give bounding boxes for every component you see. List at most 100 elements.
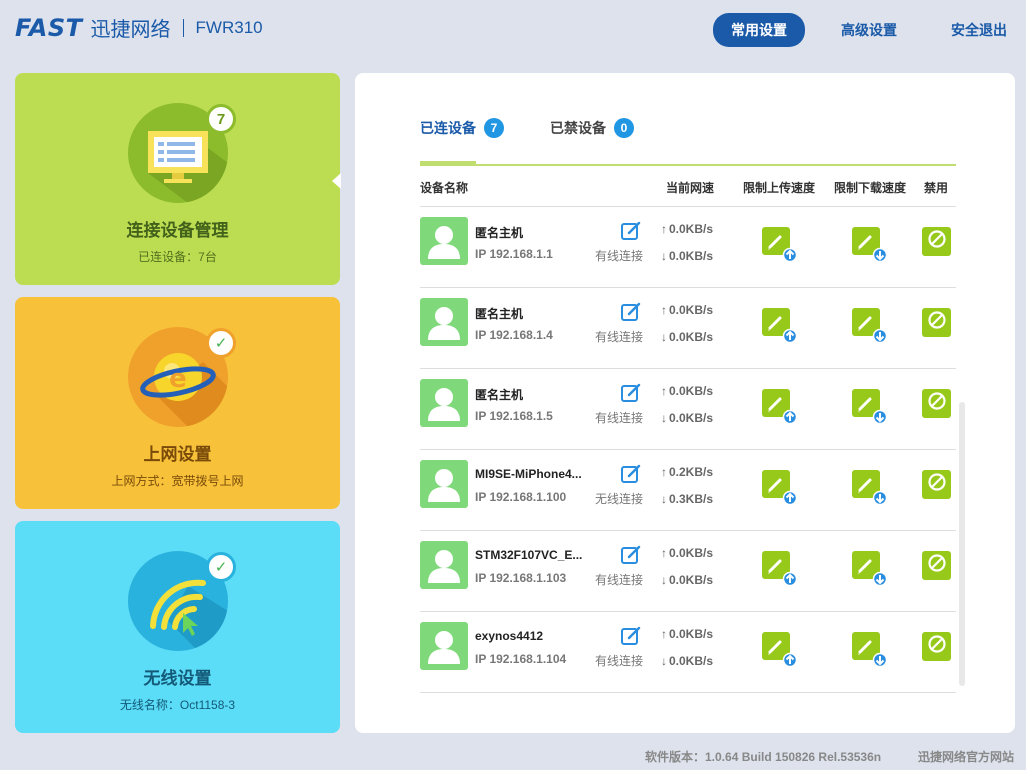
card-internet-settings[interactable]: e ✓ 上网设置 上网方式：宽带拨号上网 bbox=[15, 297, 340, 509]
download-speed: ↓ 0.0KB/s bbox=[661, 654, 713, 668]
device-avatar-icon bbox=[420, 298, 468, 346]
arrow-up-icon: ↑ bbox=[661, 627, 667, 641]
limit-download-button[interactable] bbox=[852, 551, 888, 587]
upload-speed-value: 0.0KB/s bbox=[669, 546, 714, 560]
limit-download-button[interactable] bbox=[852, 632, 888, 668]
edit-name-icon[interactable] bbox=[620, 382, 642, 404]
scrollbar[interactable] bbox=[959, 402, 965, 686]
logo-divider bbox=[182, 18, 184, 37]
upload-speed-value: 0.0KB/s bbox=[669, 627, 714, 641]
card-device-management[interactable]: 7 连接设备管理 已连设备：7台 bbox=[15, 73, 341, 285]
ban-device-button[interactable] bbox=[922, 389, 951, 418]
arrow-down-icon: ↓ bbox=[661, 654, 667, 668]
limit-upload-button[interactable] bbox=[762, 551, 798, 587]
header-current-speed: 当前网速 bbox=[666, 181, 715, 195]
ban-device-button[interactable] bbox=[922, 632, 951, 661]
ban-icon bbox=[927, 391, 947, 416]
device-count-badge: 7 bbox=[206, 104, 236, 134]
device-avatar-icon bbox=[420, 217, 468, 265]
arrow-up-icon: ↑ bbox=[661, 303, 667, 317]
device-name: 匿名主机 bbox=[475, 388, 524, 402]
device-tabs: 已连设备 7 已禁设备 0 bbox=[420, 118, 680, 138]
download-speed: ↓ 0.3KB/s bbox=[661, 492, 713, 506]
arrow-down-icon: ↓ bbox=[661, 249, 667, 263]
device-ip: IP 192.168.1.4 bbox=[475, 328, 553, 342]
ban-device-button[interactable] bbox=[922, 308, 951, 337]
ban-device-button[interactable] bbox=[922, 227, 951, 256]
upload-speed: ↑ 0.2KB/s bbox=[661, 465, 713, 479]
check-icon: ✓ bbox=[206, 552, 236, 582]
card-subtitle: 无线名称：Oct1158-3 bbox=[119, 698, 236, 712]
download-speed: ↓ 0.0KB/s bbox=[661, 249, 713, 263]
arrow-up-icon: ↑ bbox=[661, 384, 667, 398]
connection-type: 有线连接 bbox=[595, 330, 644, 344]
arrow-up-icon: ↑ bbox=[661, 546, 667, 560]
limit-upload-button[interactable] bbox=[762, 470, 798, 506]
ban-icon bbox=[927, 634, 947, 659]
device-name: exynos4412 bbox=[475, 629, 544, 643]
connection-type: 有线连接 bbox=[595, 654, 644, 668]
limit-upload-button[interactable] bbox=[762, 632, 798, 668]
download-speed-value: 0.0KB/s bbox=[669, 330, 714, 344]
limit-download-button[interactable] bbox=[852, 308, 888, 344]
header-download-limit: 限制下载速度 bbox=[834, 181, 907, 195]
device-name: 匿名主机 bbox=[475, 307, 524, 321]
device-ip: IP 192.168.1.5 bbox=[475, 409, 553, 423]
nav-logout[interactable]: 安全退出 bbox=[933, 13, 1025, 47]
main-nav: 常用设置 高级设置 安全退出 bbox=[713, 13, 1026, 47]
device-ip: IP 192.168.1.103 bbox=[475, 571, 567, 585]
header-ban: 禁用 bbox=[924, 181, 949, 195]
official-site-link[interactable]: 迅捷网络官方网站 bbox=[918, 748, 1014, 765]
limit-download-button[interactable] bbox=[852, 389, 888, 425]
header-upload-limit: 限制上传速度 bbox=[743, 181, 816, 195]
brand-logo: FAST 迅捷网络 FWR310 bbox=[15, 13, 263, 42]
device-ip: IP 192.168.1.104 bbox=[475, 652, 567, 666]
upload-speed-value: 0.0KB/s bbox=[669, 384, 714, 398]
ban-device-button[interactable] bbox=[922, 470, 951, 499]
edit-name-icon[interactable] bbox=[620, 220, 642, 242]
card-subtitle: 上网方式：宽带拨号上网 bbox=[111, 474, 244, 488]
tab-label: 已禁设备 bbox=[550, 120, 606, 136]
card-subtitle: 已连设备：7台 bbox=[138, 250, 217, 264]
active-tab-indicator bbox=[420, 161, 476, 166]
upload-speed: ↑ 0.0KB/s bbox=[661, 303, 713, 317]
edit-name-icon[interactable] bbox=[620, 625, 642, 647]
device-avatar-icon bbox=[420, 541, 468, 589]
card-title: 连接设备管理 bbox=[126, 221, 229, 240]
router-model: FWR310 bbox=[195, 17, 263, 37]
upload-speed: ↑ 0.0KB/s bbox=[661, 546, 713, 560]
connection-type: 有线连接 bbox=[595, 573, 644, 587]
limit-download-button[interactable] bbox=[852, 227, 888, 263]
download-speed-value: 0.3KB/s bbox=[669, 492, 714, 506]
limit-upload-button[interactable] bbox=[762, 308, 798, 344]
ban-device-button[interactable] bbox=[922, 551, 951, 580]
limit-download-button[interactable] bbox=[852, 470, 888, 506]
nav-common-settings[interactable]: 常用设置 bbox=[713, 13, 805, 47]
tab-connected-devices[interactable]: 已连设备 7 bbox=[420, 118, 504, 138]
edit-name-icon[interactable] bbox=[620, 544, 642, 566]
limit-upload-button[interactable] bbox=[762, 227, 798, 263]
table-row: 匿名主机 IP 192.168.1.4 有线连接 ↑ 0.0KB/s ↓ 0.0KB/s bbox=[420, 288, 956, 369]
card-wireless-settings[interactable]: ✓ 无线设置 无线名称：Oct1158-3 bbox=[15, 521, 340, 733]
ban-icon bbox=[927, 472, 947, 497]
ban-icon bbox=[927, 310, 947, 335]
limit-upload-button[interactable] bbox=[762, 389, 798, 425]
edit-name-icon[interactable] bbox=[620, 301, 642, 323]
device-avatar-icon bbox=[420, 460, 468, 508]
device-panel: 已连设备 7 已禁设备 0 设备名称 当前网速 限制上传速度 限制下载速度 禁用… bbox=[355, 73, 1015, 733]
upload-speed: ↑ 0.0KB/s bbox=[661, 222, 713, 236]
ban-icon bbox=[927, 229, 947, 254]
download-speed-value: 0.0KB/s bbox=[669, 411, 714, 425]
download-speed: ↓ 0.0KB/s bbox=[661, 573, 713, 587]
edit-name-icon[interactable] bbox=[620, 463, 642, 485]
table-row: exynos4412 IP 192.168.1.104 有线连接 ↑ 0.0KB/s ↓ 0… bbox=[420, 612, 956, 693]
connection-type: 无线连接 bbox=[595, 492, 644, 506]
upload-speed: ↑ 0.0KB/s bbox=[661, 627, 713, 641]
tab-divider bbox=[420, 164, 956, 166]
blocked-count-badge: 0 bbox=[614, 118, 634, 138]
upload-speed-value: 0.0KB/s bbox=[669, 303, 714, 317]
card-title: 上网设置 bbox=[143, 445, 212, 464]
svg-text:e: e bbox=[169, 364, 187, 394]
nav-advanced-settings[interactable]: 高级设置 bbox=[823, 13, 915, 47]
tab-blocked-devices[interactable]: 已禁设备 0 bbox=[550, 118, 634, 138]
